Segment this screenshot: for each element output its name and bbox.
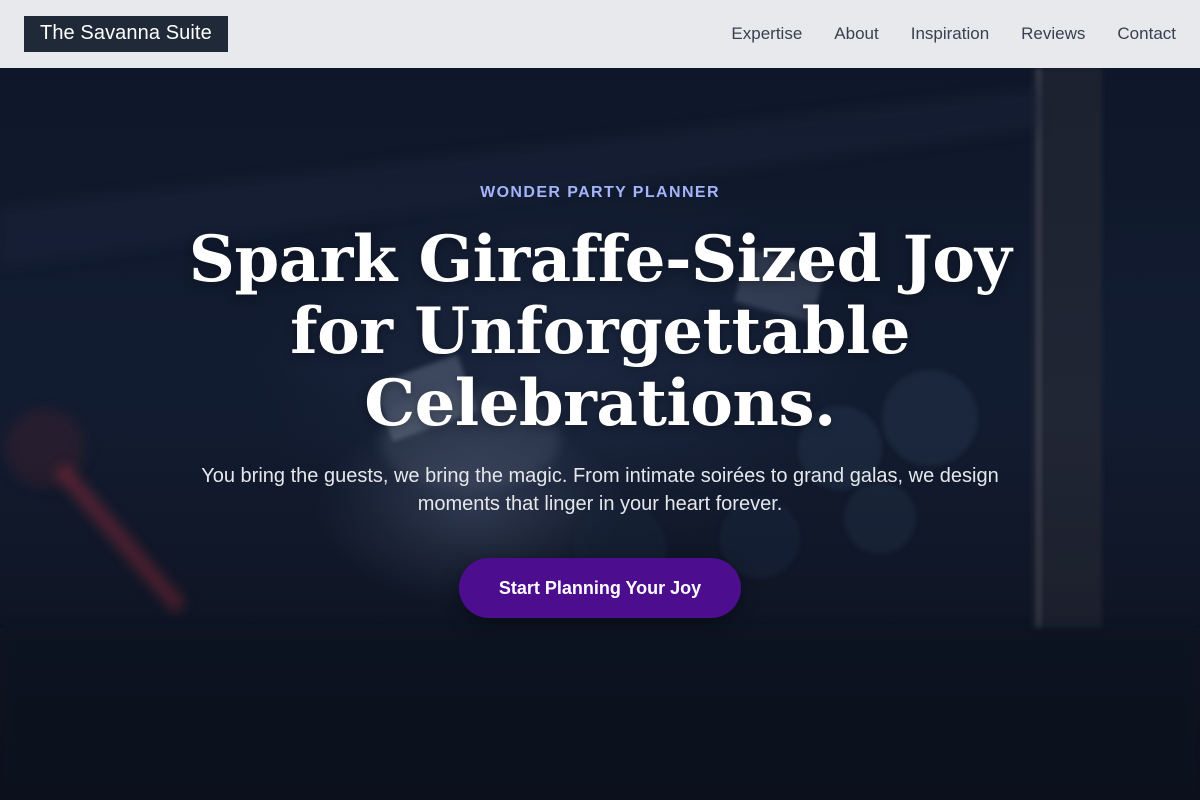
hero-headline: Spark Giraffe-Sized Joy for Unforgettabl… (188, 222, 1012, 441)
hero-eyebrow: WONDER PARTY PLANNER (480, 184, 720, 201)
nav-link-about[interactable]: About (834, 24, 878, 44)
start-planning-button[interactable]: Start Planning Your Joy (459, 558, 741, 618)
site-header: The Savanna Suite Expertise About Inspir… (0, 0, 1200, 68)
nav-link-reviews[interactable]: Reviews (1021, 24, 1085, 44)
brand-logo[interactable]: The Savanna Suite (24, 16, 228, 52)
nav-link-expertise[interactable]: Expertise (731, 24, 802, 44)
hero-section: WONDER PARTY PLANNER Spark Giraffe-Sized… (0, 68, 1200, 800)
hero-subtext: You bring the guests, we bring the magic… (201, 465, 999, 515)
main-nav: Expertise About Inspiration Reviews Cont… (731, 24, 1176, 44)
nav-link-inspiration[interactable]: Inspiration (911, 24, 989, 44)
nav-link-contact[interactable]: Contact (1117, 24, 1176, 44)
